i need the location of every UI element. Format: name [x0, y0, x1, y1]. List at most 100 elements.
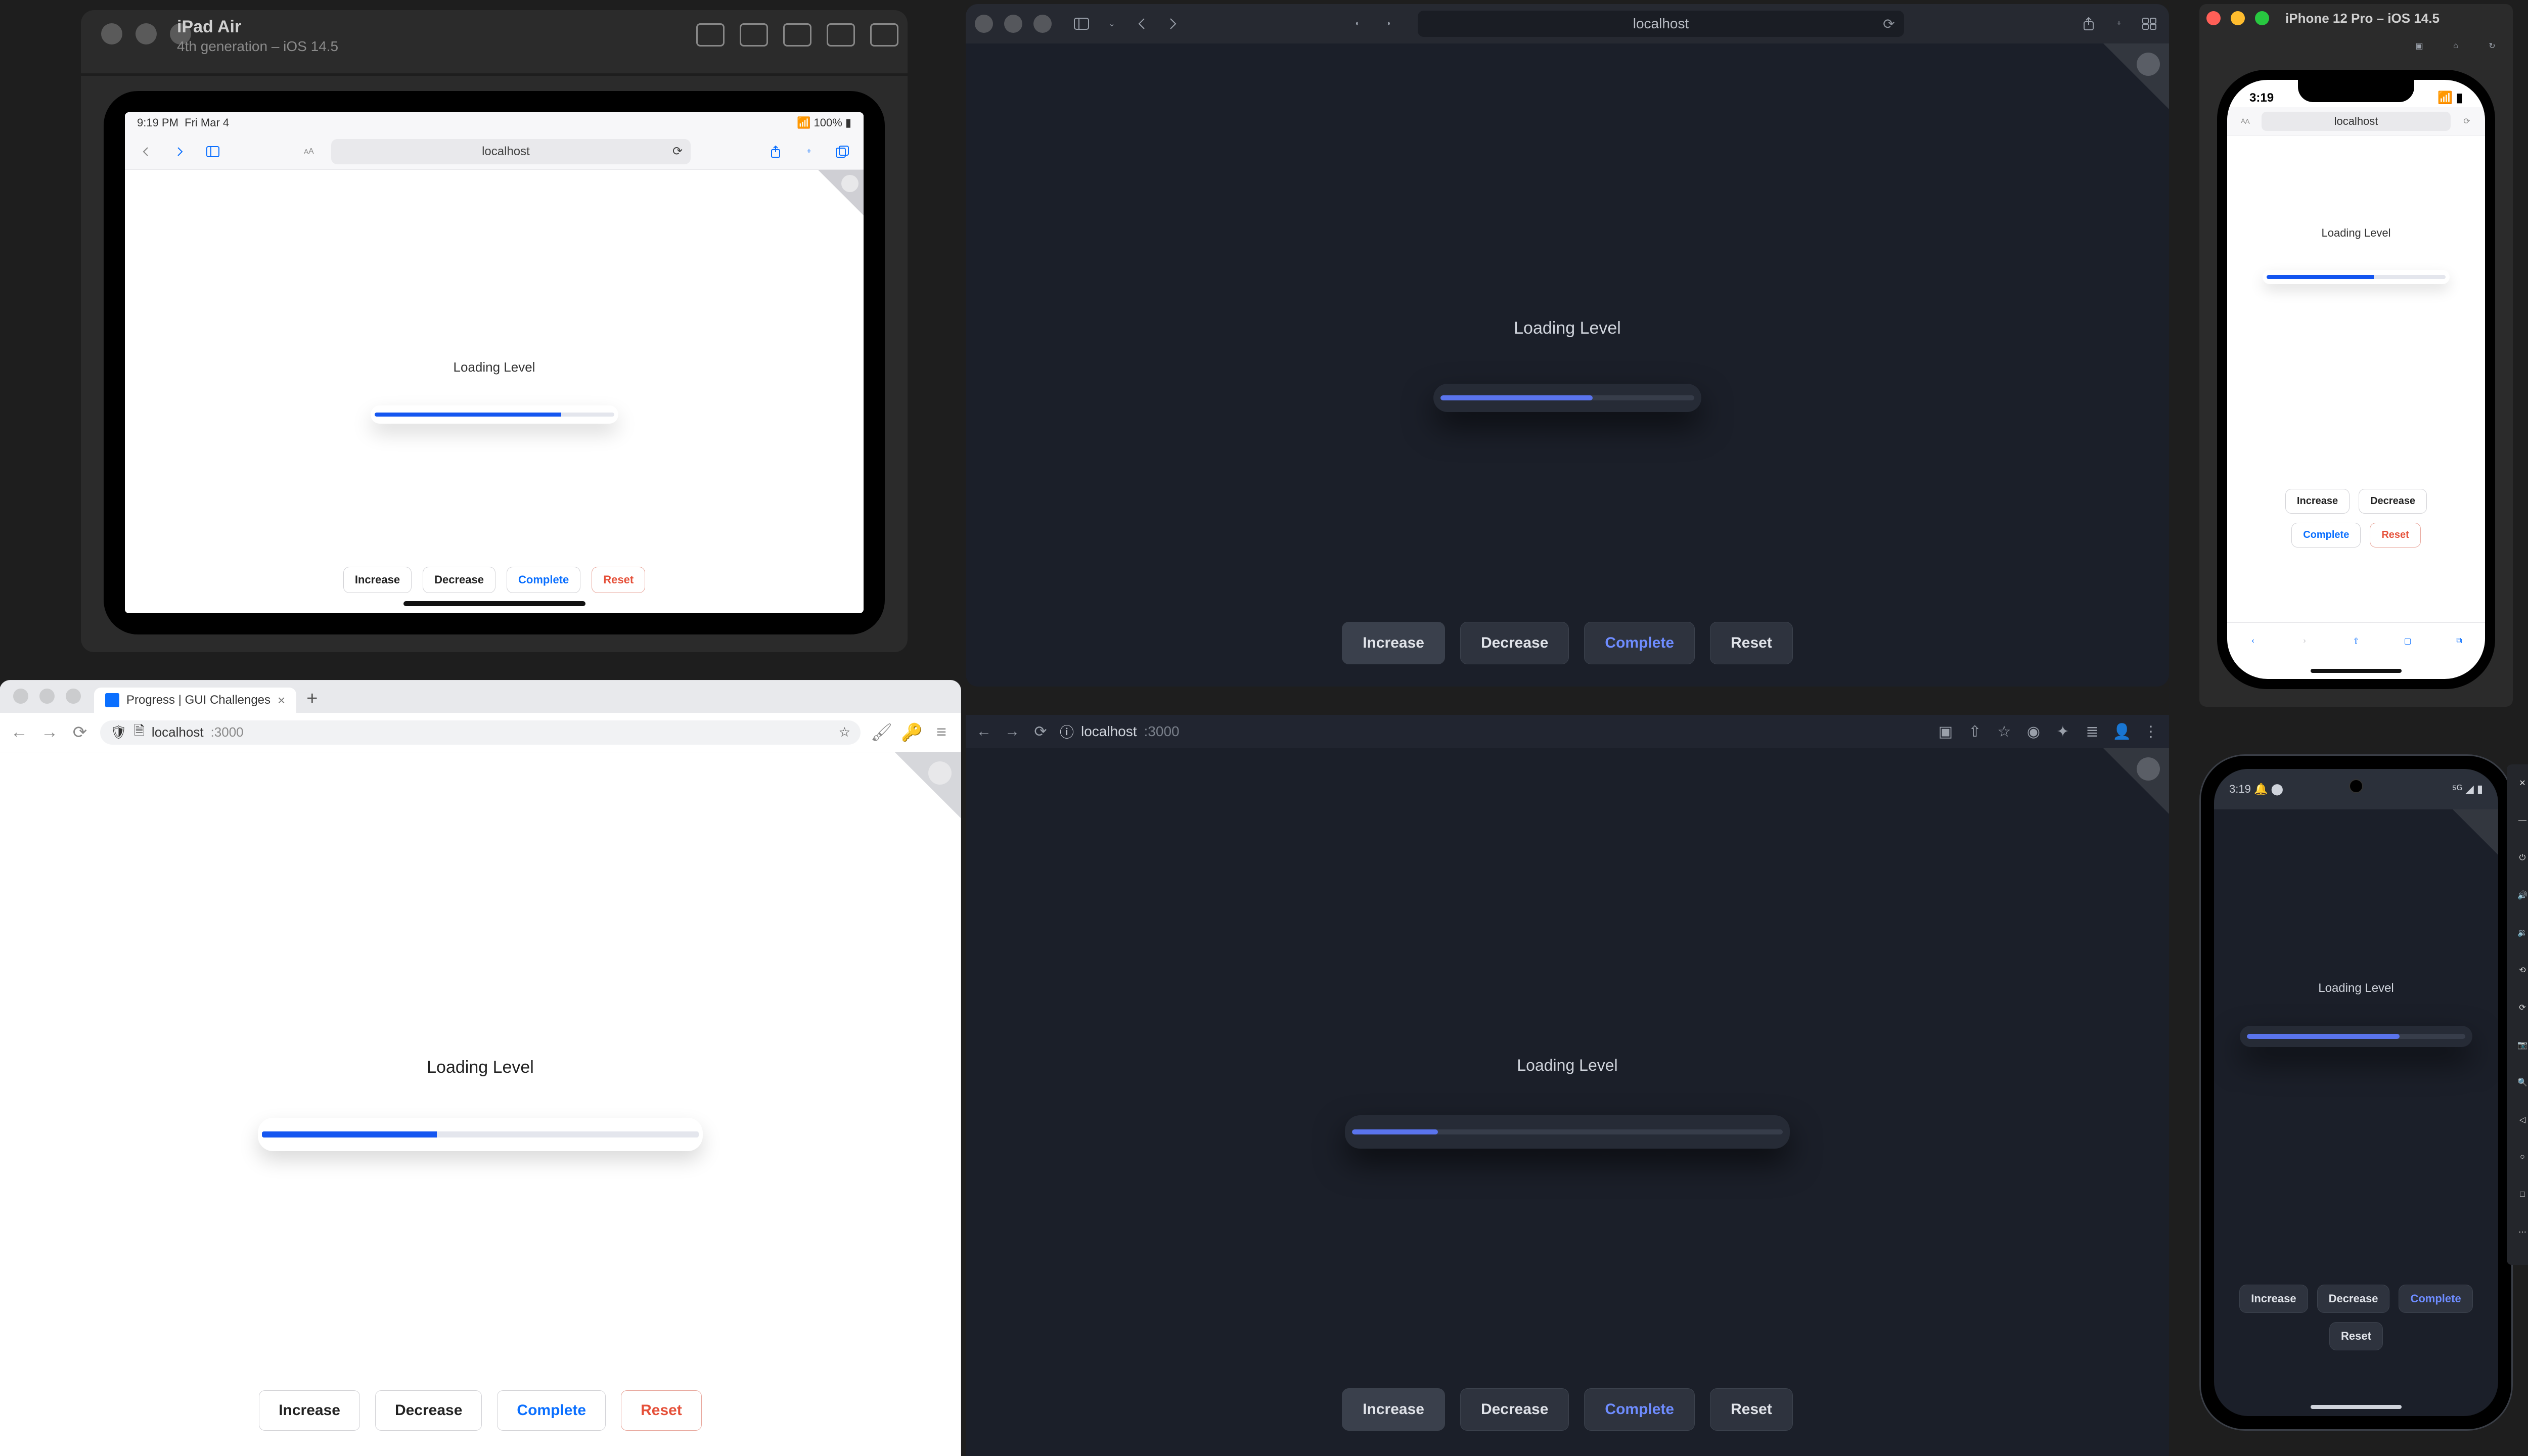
- zoom-dot[interactable]: [2255, 11, 2269, 25]
- power-icon[interactable]: ⏻: [2514, 849, 2528, 867]
- extension-icon[interactable]: 🔑: [901, 722, 921, 743]
- home-icon[interactable]: ○: [2514, 1149, 2528, 1166]
- increase-button[interactable]: Increase: [1342, 622, 1445, 664]
- home-icon[interactable]: [827, 23, 855, 47]
- share-icon[interactable]: ⇧: [2345, 630, 2367, 652]
- close-tab-icon[interactable]: ×: [278, 693, 285, 708]
- rotate-icon[interactable]: ↻: [2481, 37, 2503, 55]
- devtools-flap[interactable]: [818, 170, 864, 215]
- screenshot-icon[interactable]: ▣: [2409, 37, 2430, 55]
- back-icon[interactable]: ◁: [2514, 1111, 2528, 1128]
- min-dot[interactable]: [2231, 11, 2245, 25]
- text-size-icon[interactable]: AA: [2234, 110, 2256, 132]
- reset-button[interactable]: Reset: [2370, 523, 2420, 548]
- back-icon[interactable]: ←: [9, 722, 29, 742]
- complete-button[interactable]: Complete: [2399, 1285, 2472, 1313]
- reading-list-icon[interactable]: ≣: [2083, 723, 2101, 741]
- reset-button[interactable]: Reset: [592, 567, 645, 593]
- screenshot-icon[interactable]: [740, 23, 768, 47]
- back-icon[interactable]: ←: [975, 723, 993, 740]
- decrease-button[interactable]: Decrease: [1460, 622, 1569, 664]
- new-tab-button[interactable]: +: [306, 688, 318, 710]
- site-info-icon[interactable]: 🗎: [134, 721, 145, 744]
- tabs-icon[interactable]: ⧉: [2448, 630, 2470, 652]
- forward-icon[interactable]: →: [1003, 723, 1021, 740]
- shield-icon[interactable]: 🛡: [110, 724, 127, 740]
- profile-icon[interactable]: 👤: [2112, 723, 2131, 741]
- browser-tab[interactable]: Progress | GUI Challenges ×: [94, 688, 296, 713]
- reload-icon[interactable]: ⟳: [1883, 16, 1894, 32]
- decrease-button[interactable]: Decrease: [2359, 489, 2427, 514]
- complete-button[interactable]: Complete: [1584, 622, 1695, 664]
- decrease-button[interactable]: Decrease: [375, 1390, 482, 1431]
- overview-icon[interactable]: □: [2514, 1186, 2528, 1203]
- home-indicator[interactable]: [2311, 669, 2402, 673]
- forward-icon[interactable]: ›: [2293, 630, 2316, 652]
- share-icon[interactable]: [2078, 15, 2099, 33]
- address-bar[interactable]: ⓘ localhost:3000: [1060, 721, 1926, 742]
- rotate-left-icon[interactable]: ⟲: [2514, 962, 2528, 979]
- address-bar[interactable]: localhost ⟳: [331, 139, 691, 164]
- increase-button[interactable]: Increase: [2285, 489, 2350, 514]
- sidebar-icon[interactable]: [1071, 15, 1092, 33]
- star-icon[interactable]: ☆: [1995, 723, 2013, 741]
- decrease-button[interactable]: Decrease: [2317, 1285, 2390, 1313]
- home-indicator[interactable]: [403, 601, 585, 606]
- decrease-button[interactable]: Decrease: [423, 567, 495, 593]
- reload-icon[interactable]: ⟳: [672, 144, 683, 159]
- shield-icon[interactable]: ◐: [1347, 15, 1368, 33]
- reload-icon[interactable]: ⟳: [1031, 723, 1050, 741]
- new-tab-icon[interactable]: +: [2108, 15, 2130, 33]
- star-icon[interactable]: ☆: [839, 724, 850, 740]
- cast-icon[interactable]: ▣: [1936, 723, 1955, 741]
- back-icon[interactable]: [135, 141, 157, 163]
- sidebar-icon[interactable]: [202, 141, 224, 163]
- increase-button[interactable]: Increase: [2239, 1285, 2308, 1313]
- increase-button[interactable]: Increase: [1342, 1388, 1445, 1431]
- complete-button[interactable]: Complete: [507, 567, 580, 593]
- close-icon[interactable]: ✕: [2514, 775, 2528, 792]
- devtools-flap[interactable]: [2453, 809, 2498, 855]
- extension-icon[interactable]: 🖌: [871, 722, 891, 743]
- reset-button[interactable]: Reset: [2329, 1322, 2383, 1350]
- tabs-icon[interactable]: [831, 141, 853, 163]
- forward-icon[interactable]: [1162, 15, 1183, 33]
- window-traffic-lights[interactable]: [975, 15, 1052, 33]
- share-icon[interactable]: [764, 141, 787, 163]
- appearance-icon[interactable]: ◑: [1377, 15, 1398, 33]
- decrease-button[interactable]: Decrease: [1460, 1388, 1569, 1431]
- complete-button[interactable]: Complete: [497, 1390, 606, 1431]
- more-icon[interactable]: ⋯: [2514, 1223, 2528, 1241]
- forward-icon[interactable]: [168, 141, 191, 163]
- home-icon[interactable]: ⌂: [2445, 37, 2466, 55]
- extension-icon[interactable]: ◉: [2024, 723, 2043, 741]
- pin-icon[interactable]: [696, 23, 725, 47]
- complete-button[interactable]: Complete: [1584, 1388, 1695, 1431]
- address-bar[interactable]: localhost: [2262, 112, 2451, 131]
- reload-icon[interactable]: ⟳: [70, 722, 90, 743]
- increase-button[interactable]: Increase: [259, 1390, 360, 1431]
- bookmarks-icon[interactable]: ▢: [2397, 630, 2419, 652]
- menu-icon[interactable]: ⋮: [2142, 723, 2160, 741]
- home-indicator[interactable]: [2311, 1405, 2402, 1409]
- menu-icon[interactable]: ≡: [931, 722, 952, 742]
- zoom-icon[interactable]: 🔍: [2514, 1074, 2528, 1091]
- reload-icon[interactable]: ⟳: [2456, 110, 2478, 132]
- complete-button[interactable]: Complete: [2291, 523, 2361, 548]
- chevron-down-icon[interactable]: ⌄: [1101, 15, 1122, 33]
- rotate-icon[interactable]: [870, 23, 898, 47]
- reset-button[interactable]: Reset: [621, 1390, 702, 1431]
- reset-button[interactable]: Reset: [1710, 1388, 1793, 1431]
- volume-up-icon[interactable]: 🔊: [2514, 887, 2528, 904]
- camera-icon[interactable]: 📷: [2514, 1036, 2528, 1054]
- back-icon[interactable]: ‹: [2242, 630, 2264, 652]
- reset-button[interactable]: Reset: [1710, 622, 1793, 664]
- text-size-icon[interactable]: AA: [298, 141, 320, 163]
- minimize-icon[interactable]: —: [2514, 812, 2528, 829]
- record-icon[interactable]: [783, 23, 811, 47]
- site-info-icon[interactable]: ⓘ: [1060, 721, 1074, 742]
- extensions-icon[interactable]: ✦: [2054, 723, 2072, 741]
- new-tab-icon[interactable]: +: [798, 141, 820, 163]
- address-bar[interactable]: localhost ⟳: [1418, 11, 1904, 37]
- address-bar[interactable]: 🛡 🗎 localhost:3000 ☆: [100, 720, 861, 745]
